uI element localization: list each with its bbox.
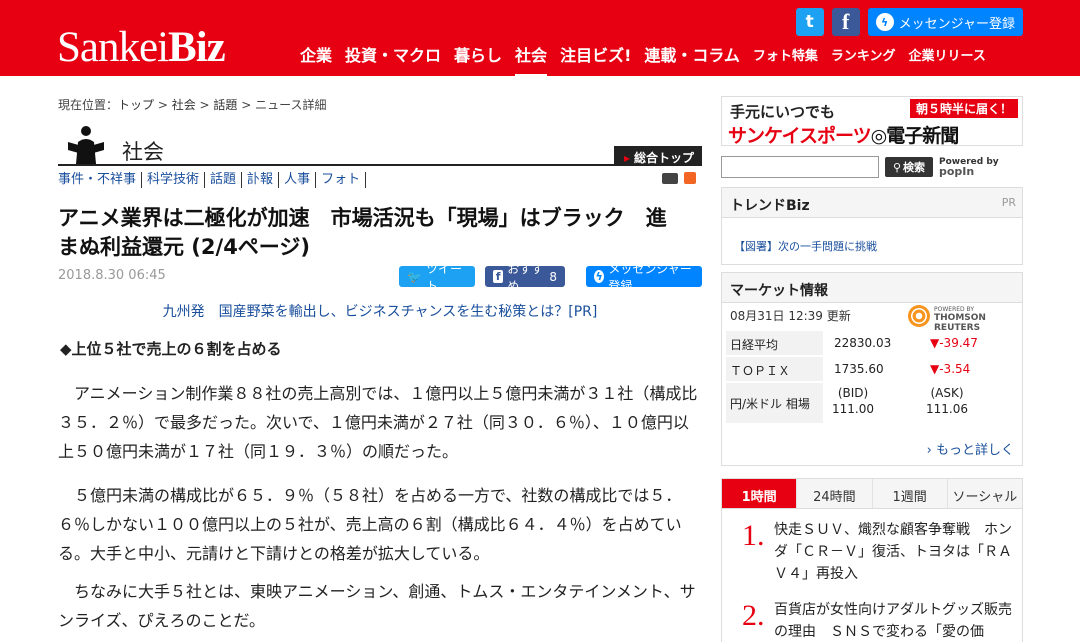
ranking-panel: 1時間 24時間 1週間 ソーシャル 1. 快走ＳＵＶ、熾烈な顧客争奪戦 ホンダ… xyxy=(721,478,1023,642)
thomson-reuters-icon xyxy=(908,305,930,327)
section-header: 社会 総合トップ xyxy=(58,122,702,166)
breadcrumb-society[interactable]: 社会 xyxy=(172,98,196,112)
article-subhead: ◆上位５社で売上の６割を占める xyxy=(60,340,282,358)
messenger-icon: ϟ xyxy=(875,13,894,31)
site-logo[interactable]: SankeiBiz xyxy=(57,26,226,69)
nav-item-life[interactable]: 暮らし xyxy=(454,42,502,66)
tab-1week[interactable]: 1週間 xyxy=(872,479,948,508)
nav-item-investment[interactable]: 投資・マクロ xyxy=(345,42,441,66)
market-updated: 08月31日 12:39 更新 xyxy=(730,309,851,323)
nav-item-ranking[interactable]: ランキング xyxy=(831,45,896,64)
thomson-reuters-logo: POWERED BY THOMSON REUTERS xyxy=(908,303,1018,333)
market-row-nikkei: 日経平均 22830.03 ▼-39.47 xyxy=(726,331,1018,355)
article-paragraph: ちなみに大手５社とは、東映アニメーション、創通、トムス・エンタテインメント、サン… xyxy=(58,582,696,630)
market-row-usdjpy: 円/米ドル 相場 (BID) 111.00 (ASK) 111.06 xyxy=(726,383,1018,423)
trend-title: トレンドBiz xyxy=(730,198,810,214)
subnav-item-personnel[interactable]: 人事 xyxy=(279,172,317,188)
subnav-item-obituary[interactable]: 訃報 xyxy=(242,172,280,188)
tab-24hours[interactable]: 24時間 xyxy=(797,479,873,508)
subnav-item-science[interactable]: 科学技術 xyxy=(142,172,206,188)
trend-link[interactable]: 【図署】次の一手問題に挑戦 xyxy=(734,238,877,254)
facebook-icon[interactable]: f xyxy=(831,8,860,36)
recommend-count: 8 xyxy=(549,269,557,284)
breadcrumb: 現在位置：トップ > 社会 > 話題 > ニュース詳細 xyxy=(58,98,327,112)
search-input[interactable] xyxy=(721,156,879,178)
pr-label: PR xyxy=(1001,196,1016,209)
general-top-link[interactable]: 総合トップ xyxy=(613,146,702,166)
subnav-item-topic[interactable]: 話題 xyxy=(205,172,243,188)
nav-item-society[interactable]: 社会 xyxy=(515,42,548,78)
article-paragraph: ５億円未満の構成比が６５．９％（５８社）を占める一方で、社数の構成比では５．６％… xyxy=(58,486,682,563)
tab-1hour[interactable]: 1時間 xyxy=(722,479,798,508)
subnav-item-incident[interactable]: 事件・不祥事 xyxy=(58,172,143,188)
tweet-button[interactable]: 🐦 ツイート xyxy=(399,262,475,293)
trend-biz-panel: トレンドBiz PR 【図署】次の一手問題に挑戦 xyxy=(721,187,1023,265)
article-title: アニメ業界は二極化が加速 市場活況も「現場」はブラック 進まぬ利益還元 (2/4… xyxy=(58,206,667,259)
site-header: SankeiBiz 企業 投資・マクロ 暮らし 社会 注目ビズ! 連載・コラム … xyxy=(0,0,1080,78)
breadcrumb-top[interactable]: トップ xyxy=(118,98,154,112)
breadcrumb-current: ニュース詳細 xyxy=(255,98,327,112)
pr-link[interactable]: 九州発 国産野菜を輸出し、ビジネスチャンスを生む秘策とは？[PR] xyxy=(58,301,702,321)
tab-social[interactable]: ソーシャル xyxy=(947,479,1022,508)
article-tools xyxy=(662,172,696,184)
twitter-icon[interactable]: t xyxy=(795,8,824,36)
main-nav: 企業 投資・マクロ 暮らし 社会 注目ビズ! 連載・コラム フォト特集 ランキン… xyxy=(300,42,999,78)
sankei-sports-ad[interactable]: 手元にいつでも 朝５時半に届く！ サンケイスポーツ◎電子新聞 xyxy=(721,96,1023,147)
rss-icon[interactable] xyxy=(684,172,696,184)
breadcrumb-topic[interactable]: 話題 xyxy=(213,98,237,112)
section-title: 社会 xyxy=(122,140,164,164)
social-links: t f ϟ メッセンジャー登録 xyxy=(795,8,1023,36)
print-icon[interactable] xyxy=(662,172,678,184)
search-icon: ⚲ xyxy=(892,160,902,174)
section-subnav: 事件・不祥事 科学技術 話題 訃報 人事 フォト xyxy=(58,172,367,188)
nav-item-kigyo[interactable]: 企業 xyxy=(300,42,332,66)
twitter-bird-icon: 🐦 xyxy=(407,269,422,284)
facebook-icon: f xyxy=(493,270,504,283)
article-date: 2018.8.30 06:45 xyxy=(58,268,166,283)
ranking-tabs: 1時間 24時間 1週間 ソーシャル xyxy=(722,479,1022,509)
market-row-topix: ＴＯＰＩＸ 1735.60 ▼-3.54 xyxy=(726,357,1018,381)
nav-item-photo[interactable]: フォト特集 xyxy=(753,45,818,64)
subnav-item-photo[interactable]: フォト xyxy=(316,172,367,188)
nav-item-column[interactable]: 連載・コラム xyxy=(644,42,740,66)
ad-badge: 朝５時半に届く！ xyxy=(909,99,1018,118)
market-info-panel: マーケット情報 08月31日 12:39 更新 POWERED BY THOMS… xyxy=(721,272,1023,466)
reader-figure-icon xyxy=(68,126,104,164)
article-paragraph: アニメーション制作業８８社の売上高別では、１億円以上５億円未満が３１社（構成比３… xyxy=(58,384,698,461)
market-more-link[interactable]: › もっと詳しく xyxy=(927,439,1014,458)
search-button[interactable]: ⚲ 検索 xyxy=(885,157,933,177)
popin-credit: Powered by popIn xyxy=(939,157,999,178)
ad-clock-icon: ◎ xyxy=(870,125,888,147)
messenger-share-button[interactable]: ϟ メッセンジャー登録 xyxy=(586,262,702,293)
nav-item-featured[interactable]: 注目ビズ! xyxy=(560,42,631,66)
facebook-recommend-button[interactable]: f おすすめ 8 xyxy=(485,262,565,293)
market-title: マーケット情報 xyxy=(722,273,1022,303)
nav-item-release[interactable]: 企業リリース xyxy=(909,45,986,64)
messenger-register-button[interactable]: ϟ メッセンジャー登録 xyxy=(867,8,1023,36)
site-search: ⚲ 検索 Powered by popIn xyxy=(721,156,1023,178)
messenger-icon: ϟ xyxy=(594,270,605,283)
